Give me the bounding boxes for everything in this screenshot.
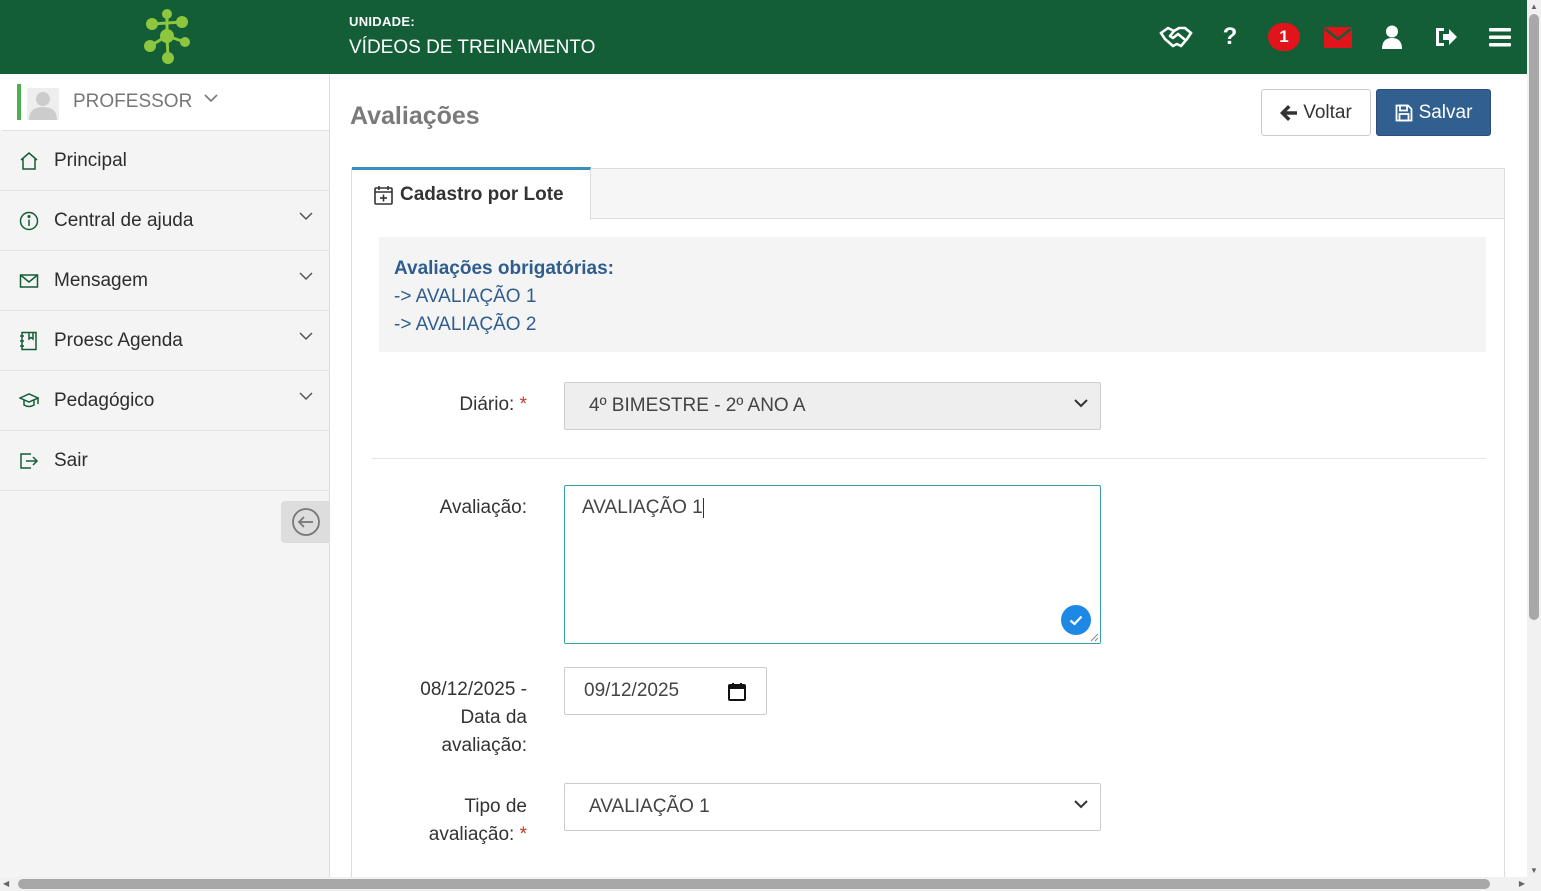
avaliacao-textarea[interactable]: AVALIAÇÃO 1 (564, 485, 1101, 644)
tipo-avaliacao-label: Tipo de avaliação: * (352, 793, 527, 849)
notifications-badge[interactable]: 1 (1257, 0, 1311, 74)
logo-area (0, 0, 330, 74)
calendar-plus-icon (374, 186, 393, 205)
arrow-left-icon (1280, 104, 1298, 121)
chevron-down-icon (299, 212, 313, 221)
required-mark: * (519, 394, 527, 415)
chevron-down-icon (299, 332, 313, 341)
chevron-down-icon (204, 94, 218, 103)
sidebar-item-label: Proesc Agenda (54, 329, 183, 351)
floppy-disk-icon (1395, 104, 1412, 121)
diario-select[interactable]: 4º BIMESTRE - 2º ANO A (564, 382, 1101, 430)
diario-label-text: Diário: (459, 394, 515, 415)
scroll-left-icon[interactable]: ◀ (3, 879, 9, 888)
date-label: 08/12/2025 - Data da avaliação: (352, 676, 527, 760)
resize-handle-icon[interactable] (1090, 633, 1099, 642)
date-label-line: Data da (460, 707, 527, 728)
avaliacao-value: AVALIAÇÃO 1 (582, 497, 703, 518)
main-content: Avaliações Voltar Salvar Cadastro por Lo… (330, 74, 1527, 888)
scroll-right-icon[interactable]: ▶ (1519, 879, 1525, 888)
tab-bar: Cadastro por Lote (352, 167, 1504, 220)
sidebar-item-label: Sair (54, 449, 88, 471)
tipo-label-line: avaliação: * (352, 821, 527, 849)
profile-name: PROFESSOR (73, 91, 193, 112)
sidebar: PROFESSOR Principal Central de ajuda Men… (0, 74, 330, 877)
exit-icon (20, 453, 39, 469)
back-button[interactable]: Voltar (1261, 89, 1371, 136)
envelope-icon (19, 274, 39, 288)
sidebar-item-principal[interactable]: Principal (0, 131, 329, 191)
grammar-check-icon[interactable] (1061, 605, 1091, 635)
agenda-icon (20, 331, 37, 351)
chevron-down-icon (299, 272, 313, 281)
avatar-icon (27, 88, 59, 120)
back-button-label: Voltar (1303, 101, 1352, 123)
diario-label: Diário: * (352, 391, 527, 419)
scroll-down-icon[interactable]: ▼ (1530, 866, 1538, 875)
top-icons: ? 1 (1149, 0, 1527, 74)
date-value: 09/12/2025 (584, 680, 680, 701)
horizontal-scrollbar[interactable]: ◀ ▶ (0, 877, 1541, 891)
text-cursor (702, 497, 704, 518)
sidebar-item-label: Pedagógico (54, 389, 155, 411)
sidebar-item-sair[interactable]: Sair (0, 431, 329, 491)
tipo-label-text: avaliação: (428, 824, 515, 845)
horizontal-scrollbar-thumb[interactable] (18, 879, 1490, 889)
required-evaluation-item: -> AVALIAÇÃO 1 (394, 286, 537, 307)
required-mark: * (519, 824, 527, 845)
profile-accent-bar (17, 84, 21, 120)
calendar-icon[interactable] (728, 682, 746, 701)
diario-select-value: 4º BIMESTRE - 2º ANO A (589, 395, 806, 416)
sidebar-item-mensagem[interactable]: Mensagem (0, 251, 329, 311)
chevron-down-icon (1074, 800, 1088, 809)
help-icon[interactable]: ? (1203, 0, 1257, 74)
tipo-avaliacao-value: AVALIAÇÃO 1 (589, 796, 710, 817)
save-button[interactable]: Salvar (1376, 89, 1491, 136)
user-icon[interactable] (1365, 0, 1419, 74)
date-input[interactable]: 09/12/2025 (564, 667, 767, 715)
unit-label: UNIDADE: (349, 14, 415, 29)
scroll-up-icon[interactable]: ▲ (1530, 2, 1538, 11)
save-button-label: Salvar (1418, 101, 1473, 123)
sidebar-item-central-de-ajuda[interactable]: Central de ajuda (0, 191, 329, 251)
tipo-avaliacao-select[interactable]: AVALIAÇÃO 1 (564, 783, 1101, 831)
collapse-sidebar-button[interactable] (281, 501, 330, 543)
handshake-icon[interactable] (1149, 0, 1203, 74)
sidebar-item-pedagogico[interactable]: Pedagógico (0, 371, 329, 431)
profile-dropdown[interactable]: PROFESSOR (0, 74, 329, 131)
sidebar-item-proesc-agenda[interactable]: Proesc Agenda (0, 311, 329, 371)
chevron-down-icon (299, 392, 313, 401)
tab-label: Cadastro por Lote (400, 184, 564, 205)
required-evaluations-box: Avaliações obrigatórias: -> AVALIAÇÃO 1 … (379, 237, 1486, 352)
home-icon (20, 152, 38, 170)
top-bar: UNIDADE: VÍDEOS DE TREINAMENTO ? 1 (0, 0, 1527, 74)
avaliacao-label: Avaliação: (439, 497, 527, 518)
arrow-left-circle-icon (291, 508, 320, 536)
info-icon (19, 211, 39, 231)
date-label-line: avaliação: (441, 735, 527, 756)
tab-cadastro-por-lote[interactable]: Cadastro por Lote (352, 167, 591, 220)
page-title: Avaliações (350, 102, 480, 130)
divider (372, 458, 1486, 459)
sidebar-item-label: Principal (54, 149, 127, 171)
logo-icon[interactable] (138, 6, 196, 66)
vertical-scrollbar[interactable]: ▲ ▼ (1527, 0, 1541, 877)
hamburger-menu-icon[interactable] (1473, 0, 1527, 74)
tipo-label-line: Tipo de (464, 796, 527, 817)
sidebar-item-label: Central de ajuda (54, 209, 194, 231)
mail-icon[interactable] (1311, 0, 1365, 74)
date-label-line: 08/12/2025 - (420, 679, 527, 700)
vertical-scrollbar-thumb[interactable] (1529, 14, 1539, 620)
notification-count: 1 (1268, 23, 1300, 51)
required-evaluations-title: Avaliações obrigatórias: (394, 258, 614, 279)
logout-icon[interactable] (1419, 0, 1473, 74)
chevron-down-icon (1074, 399, 1088, 408)
sidebar-item-label: Mensagem (54, 269, 148, 291)
form-panel: Cadastro por Lote Avaliações obrigatória… (351, 167, 1505, 888)
required-evaluation-item: -> AVALIAÇÃO 2 (394, 314, 537, 335)
unit-name: VÍDEOS DE TREINAMENTO (349, 37, 596, 58)
graduation-cap-icon (19, 393, 39, 408)
